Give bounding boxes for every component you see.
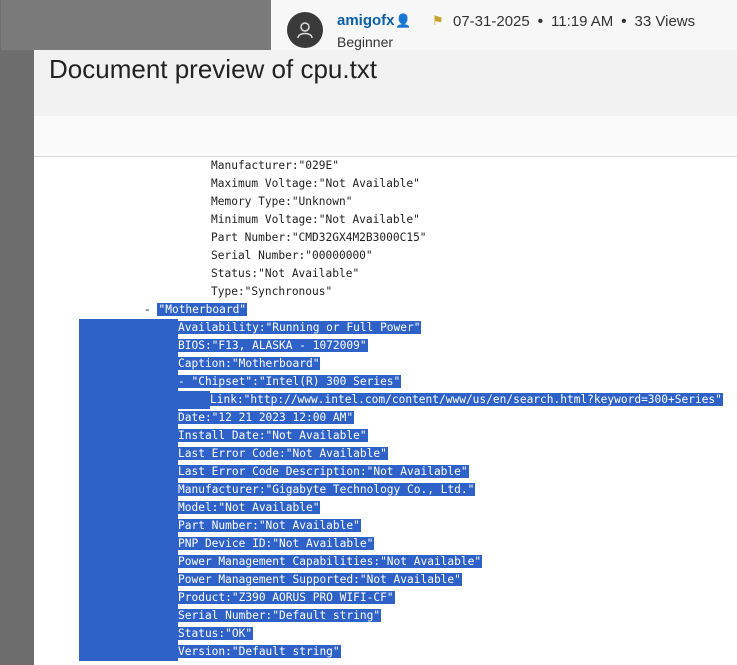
document-line: Product:"Z390 AORUS PRO WIFI-CF"	[177, 591, 395, 604]
document-line: - "Motherboard"	[144, 303, 248, 316]
document-line: Maximum Voltage:"Not Available"	[211, 177, 420, 190]
separator-dot: •	[537, 13, 543, 30]
document-preview-modal: Document preview of cpu.txt Manufacturer…	[34, 50, 737, 665]
document-line: Link:"http://www.intel.com/content/www/u…	[209, 393, 723, 406]
separator-dot: •	[621, 13, 627, 30]
document-line: Serial Number:"Default string"	[177, 609, 382, 622]
document-line: Power Management Supported:"Not Availabl…	[177, 573, 462, 586]
document-line: Availability:"Running or Full Power"	[177, 321, 422, 334]
background-overlay	[1, 0, 271, 50]
flag-icon[interactable]: ⚑	[432, 14, 444, 29]
document-line: Last Error Code Description:"Not Availab…	[177, 465, 469, 478]
document-line: Memory Type:"Unknown"	[211, 195, 353, 208]
document-content[interactable]: Manufacturer:"029E" Maximum Voltage:"Not…	[34, 157, 737, 665]
post-views: 33 Views	[634, 13, 696, 30]
document-line: Install Date:"Not Available"	[177, 429, 368, 442]
document-line: Version:"Default string"	[177, 645, 341, 658]
document-line: Type:"Synchronous"	[211, 285, 333, 298]
document-line: Status:"Not Available"	[211, 267, 360, 280]
user-avatar-icon[interactable]	[287, 12, 323, 48]
post-meta: 07-31-2025 • 11:19 AM • 33 Views	[453, 13, 695, 30]
document-line: BIOS:"F13, ALASKA - 1072009"	[177, 339, 368, 352]
document-line: Manufacturer:"029E"	[211, 159, 339, 172]
post-time: 11:19 AM	[551, 13, 614, 30]
document-line: Date:"12 21 2023 12:00 AM"	[177, 411, 355, 424]
document-line: Manufacturer:"Gigabyte Technology Co., L…	[177, 483, 476, 496]
preview-toolbar	[34, 116, 737, 157]
document-line: Last Error Code:"Not Available"	[177, 447, 388, 460]
post-username[interactable]: amigofx	[337, 12, 395, 29]
user-rank: Beginner	[337, 34, 394, 50]
document-line: PNP Device ID:"Not Available"	[177, 537, 375, 550]
modal-title: Document preview of cpu.txt	[49, 54, 378, 84]
person-silhouette-icon	[297, 22, 313, 39]
document-line: Minimum Voltage:"Not Available"	[211, 213, 420, 226]
document-line: Status:"OK"	[177, 627, 254, 640]
selection-block	[177, 391, 210, 409]
document-line: - "Chipset":"Intel(R) 300 Series"	[177, 375, 402, 388]
document-line: Part Number:"CMD32GX4M2B3000C15"	[211, 231, 427, 244]
selection-block	[79, 319, 178, 661]
post-date: 07-31-2025	[453, 13, 530, 30]
person-icon: 👤	[395, 14, 412, 29]
forum-post-header: amigofx 👤 ⚑ 07-31-2025 • 11:19 AM • 33 Views…	[1, 0, 737, 50]
document-line: Caption:"Motherboard"	[177, 357, 321, 370]
document-line: Power Management Capabilities:"Not Avail…	[177, 555, 483, 568]
document-line: Model:"Not Available"	[177, 501, 321, 514]
document-line: Part Number:"Not Available"	[177, 519, 361, 532]
document-line: Serial Number:"00000000"	[211, 249, 373, 262]
